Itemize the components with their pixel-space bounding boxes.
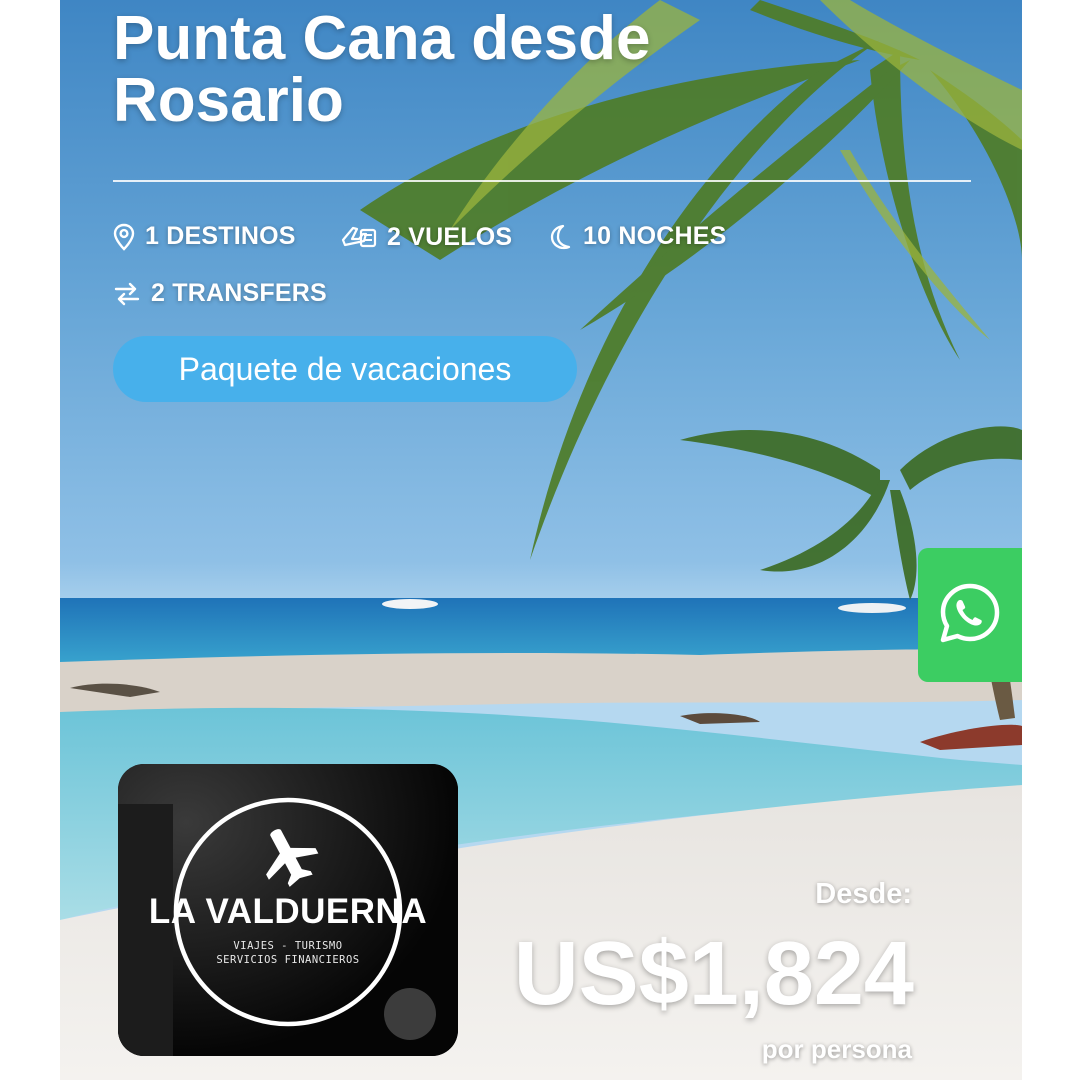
feature-flights: 2 VUELOS [339,222,512,252]
page-title: Punta Cana desde Rosario [113,4,651,135]
agency-tagline-1: VIAJES - TURISMO [233,940,343,952]
feature-transfers: 2 TRANSFERS [113,279,327,308]
whatsapp-button[interactable] [918,548,1022,682]
map-pin-icon [113,223,135,251]
swap-arrows-icon [113,281,141,307]
divider [113,180,971,182]
feature-nights: 10 NOCHES [547,222,727,251]
feature-transfers-label: 2 TRANSFERS [151,279,327,307]
price-prefix: Desde: [815,878,912,910]
feature-flights-label: 2 VUELOS [387,222,513,251]
vacation-package-badge[interactable]: Paquete de vacaciones [113,336,577,402]
agency-logo: LA VALDUERNA VIAJES - TURISMO SERVICIOS … [118,764,458,1056]
feature-destinations: 1 DESTINOS [113,222,296,251]
feature-destinations-label: 1 DESTINOS [145,222,296,250]
moon-icon [547,223,573,251]
agency-name: LA VALDUERNA [148,892,428,931]
price-amount: US$1,824 [513,924,914,1024]
plane-seat-icon [339,222,377,252]
agency-tagline-2: SERVICIOS FINANCIEROS [216,954,360,966]
feature-nights-label: 10 NOCHES [583,222,727,250]
price-suffix: por persona [761,1034,912,1064]
whatsapp-icon [935,578,1005,653]
